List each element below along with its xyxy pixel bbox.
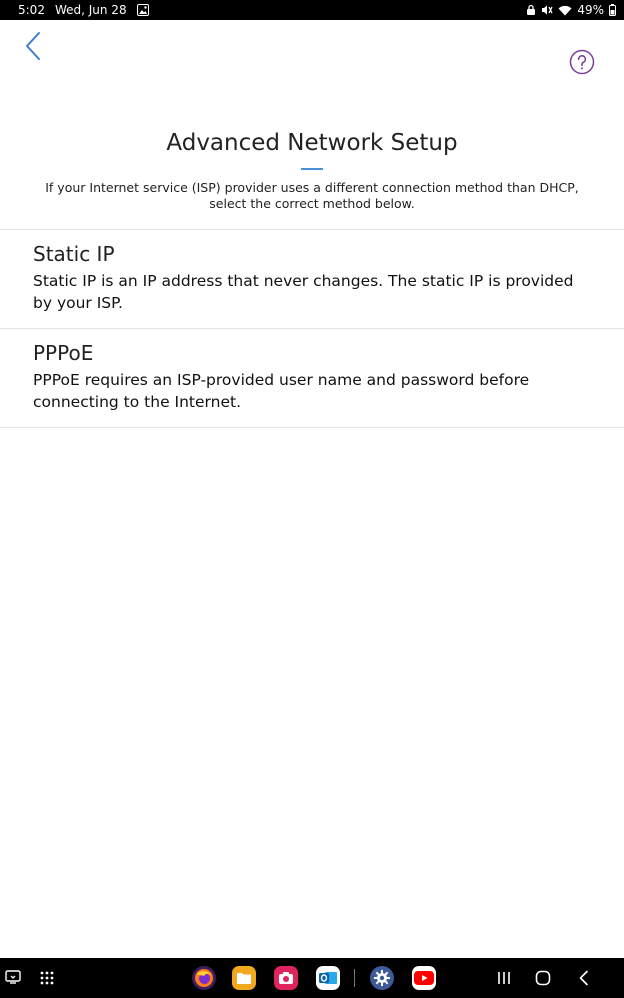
navigation-bar [0,958,624,998]
firefox-icon [195,969,213,987]
page-subtitle: If your Internet service (ISP) provider … [45,180,579,211]
youtube-icon [414,971,434,985]
chevron-left-icon [26,32,40,60]
status-date: Wed, Jun 28 [54,3,127,17]
wifi-icon [558,5,572,16]
option-description: Static IP is an IP address that never ch… [33,272,574,312]
option-pppoe[interactable]: PPPoE PPPoE requires an ISP-provided use… [0,340,624,413]
title-underline [301,168,323,170]
app-drawer-button[interactable] [38,969,56,987]
system-back-button[interactable] [574,968,594,988]
divider [0,427,624,428]
lock-status-icon [526,4,536,16]
page-title: Advanced Network Setup [166,130,458,156]
settings-app-button[interactable] [370,966,394,990]
grid-dots-icon [40,971,54,985]
my-files-app-button[interactable] [232,966,256,990]
screenshot-tool-button[interactable] [4,968,22,986]
status-bar: 5:02 Wed, Jun 28 49% [0,0,624,20]
camera-icon [279,972,293,984]
outlook-icon [319,972,337,984]
option-title: Static IP [33,242,115,266]
app-content: Advanced Network Setup If your Internet … [0,20,624,958]
status-time: 5:02 [18,3,45,17]
screen-capture-icon [5,970,21,984]
youtube-app-button[interactable] [412,966,436,990]
recents-button[interactable] [494,969,514,987]
gallery-notification-icon [136,4,149,16]
back-icon [579,970,588,986]
folder-icon [237,973,251,984]
option-description: PPPoE requires an ISP-provided user name… [33,371,530,411]
help-button[interactable] [569,49,595,75]
battery-percent: 49% [577,3,604,17]
dock-separator [354,969,355,987]
back-button[interactable] [20,30,46,62]
divider [0,229,624,230]
battery-icon [609,4,616,16]
outlook-app-button[interactable] [316,966,340,990]
option-title: PPPoE [33,341,94,365]
question-circle-icon [569,49,595,75]
settings-icon [374,970,390,986]
option-static-ip[interactable]: Static IP Static IP is an IP address tha… [0,241,624,314]
home-icon [535,970,551,986]
recents-icon [498,972,510,984]
camera-app-button[interactable] [274,966,298,990]
firefox-app-button[interactable] [192,966,216,990]
divider [0,328,624,329]
home-button[interactable] [533,968,553,988]
mute-icon [541,4,553,16]
